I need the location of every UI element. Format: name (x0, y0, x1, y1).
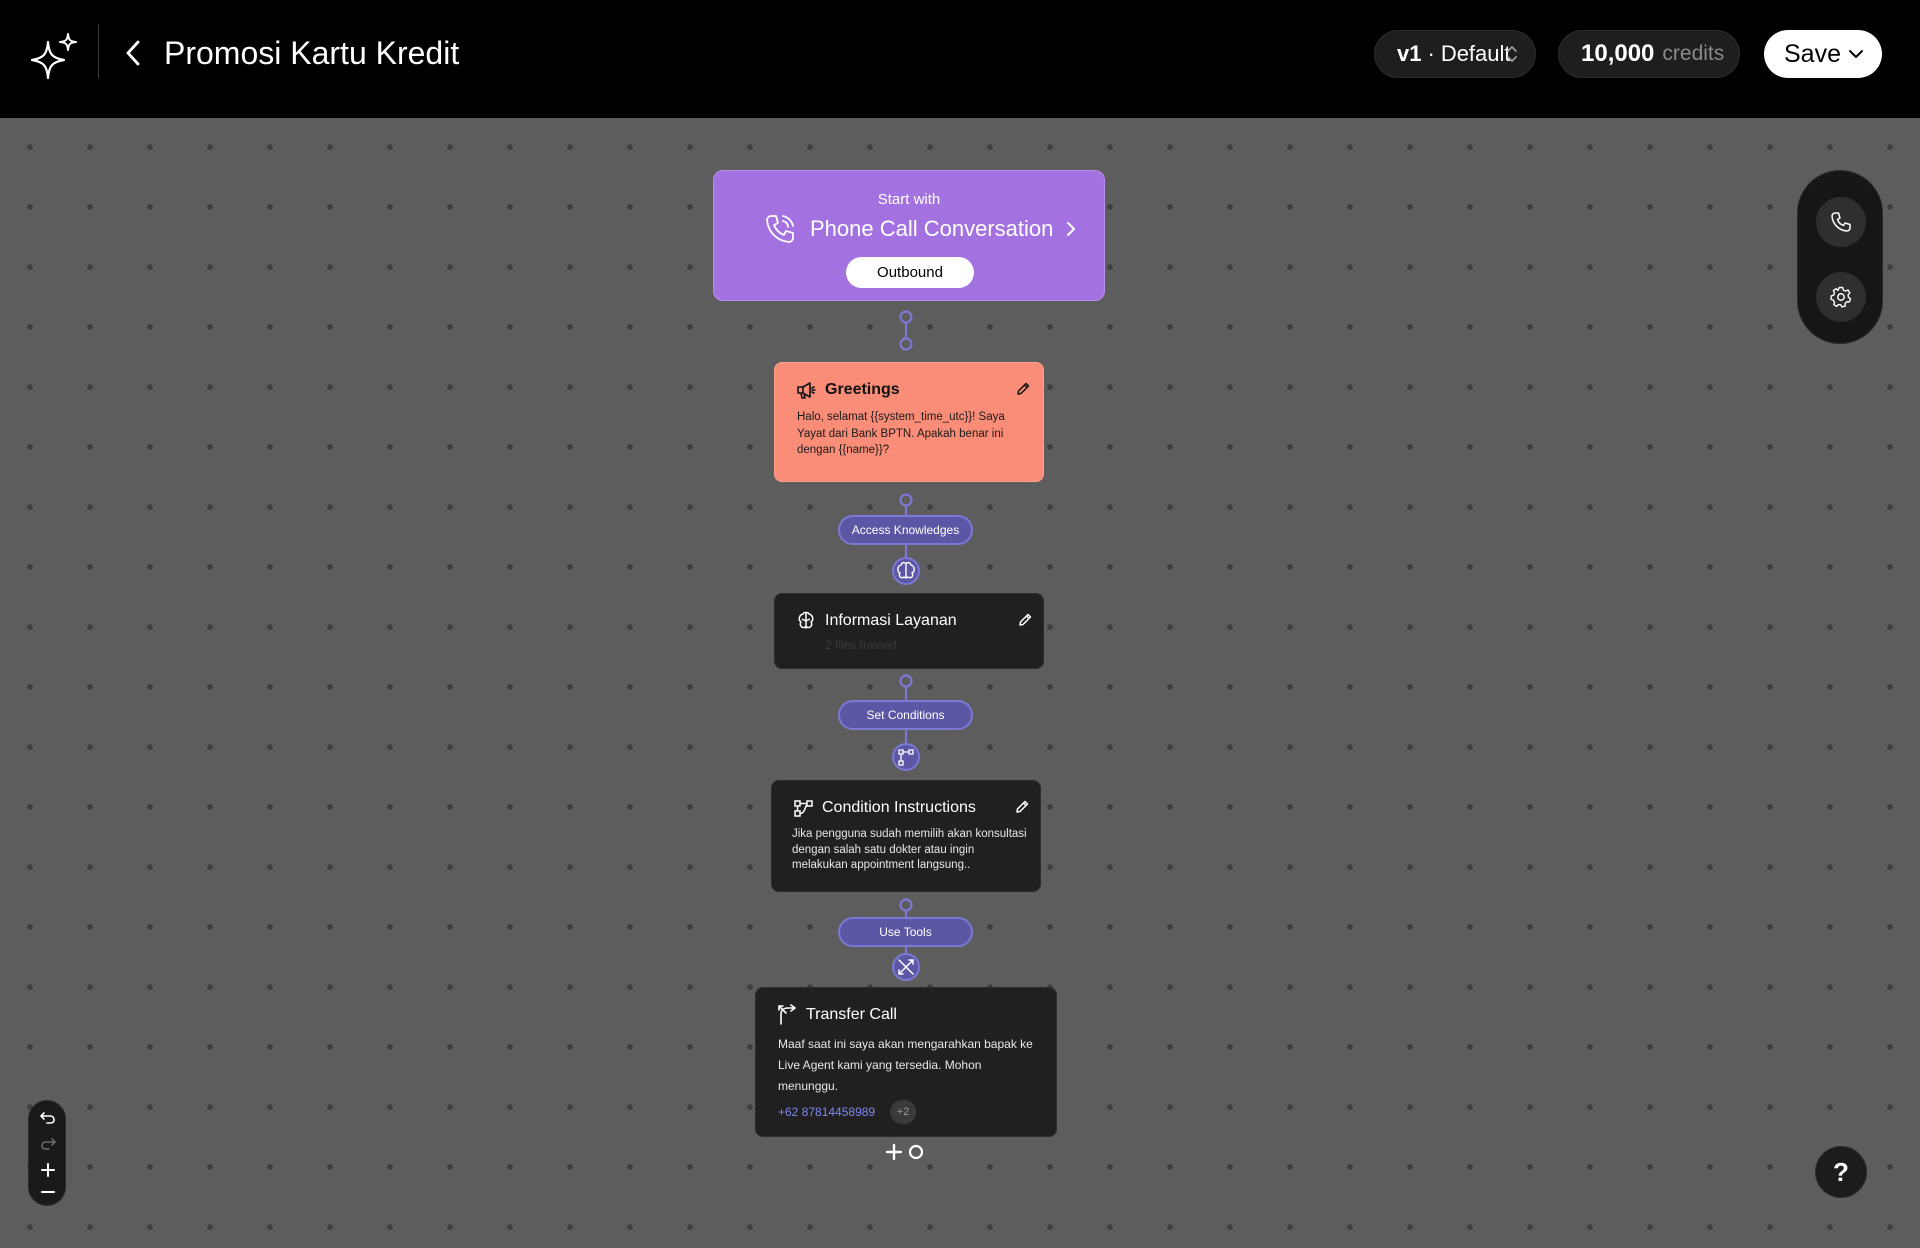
more-numbers-badge[interactable]: +2 (890, 1100, 916, 1124)
greetings-header: Greetings (795, 379, 900, 401)
transfer-header: Transfer Call (776, 1004, 897, 1026)
undo-icon[interactable] (39, 1109, 57, 1127)
greetings-text: Halo, selamat {{system_time_utc}}! Saya … (797, 411, 1005, 456)
chevron-right-icon[interactable] (1065, 220, 1077, 238)
condition-instructions-node[interactable]: Condition Instructions Jika pengguna sud… (771, 780, 1041, 892)
megaphone-icon (797, 382, 816, 399)
zoom-out-icon[interactable] (39, 1183, 57, 1201)
help-button[interactable]: ? (1815, 1146, 1867, 1198)
version-number: v1 (1397, 41, 1422, 66)
save-button[interactable]: Save (1764, 30, 1882, 78)
brain-icon (798, 611, 814, 629)
direction-badge[interactable]: Outbound (846, 257, 974, 288)
save-label: Save (1784, 39, 1841, 68)
condition-header: Condition Instructions (792, 797, 976, 819)
canvas-toolbar (28, 1100, 66, 1206)
greetings-title: Greetings (825, 381, 900, 398)
access-knowledges-chip[interactable]: Access Knowledges (838, 515, 973, 545)
start-caption: Start with (877, 191, 941, 208)
gear-icon (1830, 286, 1852, 308)
version-separator: · (1427, 41, 1435, 66)
phone-call-icon (766, 215, 794, 243)
transfer-phone-number[interactable]: +62 87814458989 (778, 1105, 875, 1119)
version-name: Default (1440, 41, 1511, 66)
chevron-up-down-icon (1507, 46, 1517, 62)
side-tool-panel (1797, 170, 1883, 344)
use-tools-chip[interactable]: Use Tools (838, 917, 973, 947)
transfer-call-node[interactable]: Transfer Call Maaf saat ini saya akan me… (755, 987, 1057, 1137)
transfer-title: Transfer Call (806, 1006, 897, 1023)
pencil-icon[interactable] (1014, 799, 1030, 815)
greetings-node[interactable]: Greetings Halo, selamat {{system_time_ut… (774, 362, 1044, 482)
chevron-left-icon[interactable] (120, 36, 148, 70)
top-bar: Promosi Kartu Kredit v1 · Default 10,000… (0, 0, 1920, 118)
info-title: Informasi Layanan (825, 612, 957, 629)
informasi-layanan-node[interactable]: Informasi Layanan 2 files trained (774, 593, 1044, 669)
condition-title: Condition Instructions (822, 799, 976, 816)
branch-icon (892, 743, 920, 771)
tools-icon (892, 953, 920, 981)
condition-text: Jika pengguna sudah memilih akan konsult… (792, 828, 1027, 871)
start-channel-label: Phone Call Conversation (810, 216, 1054, 241)
version-selector[interactable]: v1 · Default (1374, 30, 1536, 78)
test-call-button[interactable] (1816, 197, 1866, 247)
header-divider (98, 24, 99, 78)
add-node-control[interactable] (884, 1141, 926, 1163)
settings-button[interactable] (1816, 272, 1866, 322)
redo-icon[interactable] (39, 1135, 57, 1153)
credits-label: credits (1662, 42, 1725, 65)
info-subtitle: 2 files trained (825, 638, 897, 652)
info-header: Informasi Layanan (795, 610, 957, 632)
set-conditions-chip[interactable]: Set Conditions (838, 700, 973, 730)
transfer-arrow-icon (778, 1004, 796, 1025)
zoom-in-icon[interactable] (39, 1161, 57, 1179)
pencil-icon[interactable] (1015, 381, 1031, 397)
phone-icon (1831, 212, 1851, 232)
credits-badge: 10,000 credits (1558, 30, 1740, 78)
brain-icon (892, 557, 920, 585)
branch-icon (794, 800, 813, 817)
start-trigger-card[interactable]: Start with Phone Call Conversation Outbo… (713, 170, 1105, 301)
pencil-icon[interactable] (1017, 612, 1033, 628)
credits-amount: 10,000 (1581, 40, 1655, 67)
transfer-text: Maaf saat ini saya akan mengarahkan bapa… (778, 1037, 1033, 1093)
page-title: Promosi Kartu Kredit (164, 35, 460, 71)
start-channel: Phone Call Conversation (762, 211, 1077, 247)
chevron-down-icon (1849, 50, 1863, 58)
sparkle-icon[interactable] (26, 30, 82, 86)
